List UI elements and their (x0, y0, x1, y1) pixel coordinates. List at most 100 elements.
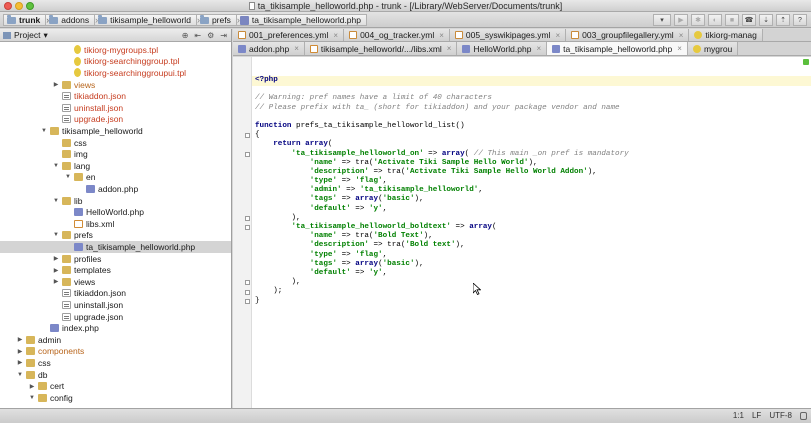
tree-file[interactable]: index.php (0, 322, 231, 334)
close-tab-icon[interactable]: × (439, 31, 444, 40)
tree-file[interactable]: tikiorg-searchinggroup.tpl (0, 56, 231, 68)
tree-folder[interactable]: ▼ config (0, 392, 231, 404)
breadcrumb-item-tikisample[interactable]: tikisample_helloworld (94, 14, 200, 26)
collapsed-arrow-icon[interactable]: ▶ (52, 81, 60, 88)
tree-folder[interactable]: ▶ components (0, 346, 231, 358)
fold-marker-icon[interactable] (245, 225, 250, 231)
breadcrumb-item-addons[interactable]: addons (45, 14, 98, 26)
vcs-commit-icon[interactable]: ⇡ (776, 14, 790, 26)
close-tab-icon[interactable]: × (447, 44, 452, 53)
tree-folder[interactable]: ▼ en (0, 172, 231, 184)
fold-marker-icon[interactable] (245, 298, 250, 304)
tree-folder[interactable]: ▼ lib (0, 195, 231, 207)
tree-file[interactable]: ta_tikisample_helloworld.php (0, 241, 231, 253)
run-config-dropdown[interactable]: ▾ (653, 14, 671, 26)
tree-folder[interactable]: ▼ db (0, 369, 231, 381)
listen-debug-icon[interactable]: ☎ (742, 14, 756, 26)
tree-folder[interactable]: ▶ cert (0, 380, 231, 392)
editor-tab[interactable]: 005_syswikipages.yml × (449, 29, 567, 41)
tree-folder[interactable]: ▶ templates (0, 264, 231, 276)
tree-file[interactable]: tikiorg-mygroups.tpl (0, 44, 231, 56)
expanded-arrow-icon[interactable]: ▼ (52, 163, 60, 169)
tree-folder[interactable]: ▼ prefs (0, 230, 231, 242)
vcs-update-icon[interactable]: ⇣ (759, 14, 773, 26)
tree-folder[interactable]: ▼ lang (0, 160, 231, 172)
editor-tab[interactable]: ta_tikisample_helloworld.php × (547, 42, 688, 55)
lock-icon[interactable] (800, 411, 807, 420)
expanded-arrow-icon[interactable]: ▼ (52, 232, 60, 238)
tree-file[interactable]: addon.php (0, 183, 231, 195)
stop-icon[interactable]: ■ (725, 14, 739, 26)
collapsed-arrow-icon[interactable]: ▶ (52, 278, 60, 285)
fold-marker-icon[interactable] (245, 151, 250, 157)
expanded-arrow-icon[interactable]: ▼ (52, 198, 60, 204)
editor-tab[interactable]: 003_groupfilegallery.yml × (566, 29, 690, 41)
editor-tab[interactable]: 004_og_tracker.yml × (344, 29, 450, 41)
tree-folder[interactable]: ▶ views (0, 276, 231, 288)
close-tab-icon[interactable]: × (679, 31, 684, 40)
tree-folder[interactable]: ▶ admin (0, 334, 231, 346)
run-icon[interactable]: ▶ (674, 14, 688, 26)
line-separator[interactable]: LF (752, 411, 761, 420)
expanded-arrow-icon[interactable]: ▼ (16, 372, 24, 378)
gear-icon[interactable]: ⚙ (207, 31, 214, 40)
fold-marker-icon[interactable] (245, 216, 250, 221)
code-content[interactable]: <?php // Warning: pref names have a limi… (255, 76, 629, 306)
collapse-all-icon[interactable]: ⇤ (194, 31, 201, 40)
tree-folder[interactable]: img (0, 148, 231, 160)
tree-file[interactable]: libs.xml (0, 218, 231, 230)
breadcrumb-item-trunk[interactable]: trunk (3, 14, 50, 26)
fold-marker-icon[interactable] (245, 280, 250, 286)
sync-icon[interactable]: ⊕ (182, 31, 189, 40)
code-line: 'tags' => array('basic'), (255, 260, 629, 269)
help-icon[interactable]: ? (793, 14, 807, 26)
tree-file[interactable]: tikiaddon.json (0, 90, 231, 102)
hide-panel-icon[interactable]: ⇥ (220, 31, 227, 40)
collapsed-arrow-icon[interactable]: ▶ (52, 255, 60, 262)
debug-icon[interactable]: ✱ (691, 14, 705, 26)
collapsed-arrow-icon[interactable]: ▶ (16, 336, 24, 343)
close-tab-icon[interactable]: × (677, 44, 682, 53)
collapsed-arrow-icon[interactable]: ▶ (52, 267, 60, 274)
tree-folder[interactable]: ▼ tikisample_helloworld (0, 125, 231, 137)
editor-tab[interactable]: tikiorg-manag (689, 29, 763, 41)
fold-marker-icon[interactable] (245, 133, 250, 139)
expanded-arrow-icon[interactable]: ▼ (40, 128, 48, 134)
editor-tab[interactable]: addon.php × (233, 42, 305, 55)
close-tab-icon[interactable]: × (556, 31, 561, 40)
collapsed-arrow-icon[interactable]: ▶ (16, 359, 24, 366)
tree-folder[interactable]: ▶ css (0, 357, 231, 369)
tree-file[interactable]: tikiorg-searchinggroupui.tpl (0, 67, 231, 79)
tree-file[interactable]: upgrade.json (0, 311, 231, 323)
breadcrumb-item-prefs[interactable]: prefs (195, 14, 240, 26)
close-tab-icon[interactable]: × (536, 44, 541, 53)
tree-folder[interactable]: ▶ views (0, 79, 231, 91)
file-encoding[interactable]: UTF-8 (769, 411, 792, 420)
fold-marker-icon[interactable] (245, 289, 250, 295)
coverage-icon[interactable]: ◐ (708, 14, 722, 26)
close-tab-icon[interactable]: × (294, 44, 299, 53)
tree-file[interactable]: uninstall.json (0, 299, 231, 311)
tree-file[interactable]: uninstall.json (0, 102, 231, 114)
tree-item-label: prefs (74, 230, 93, 241)
editor-tab[interactable]: mygrou (687, 42, 739, 55)
editor-tab[interactable]: tikisample_helloworld/.../libs.xml × (304, 42, 458, 55)
tree-folder[interactable]: css (0, 137, 231, 149)
project-view-selector[interactable]: Project ▾ (3, 30, 48, 41)
expanded-arrow-icon[interactable]: ▼ (64, 174, 72, 180)
expanded-arrow-icon[interactable]: ▼ (28, 395, 36, 401)
collapsed-arrow-icon[interactable]: ▶ (28, 383, 36, 390)
tree-file[interactable]: HelloWorld.php (0, 206, 231, 218)
collapsed-arrow-icon[interactable]: ▶ (16, 348, 24, 355)
json-file-icon (62, 300, 71, 309)
caret-position[interactable]: 1:1 (733, 411, 744, 420)
editor-tab[interactable]: HelloWorld.php × (457, 42, 548, 55)
editor-tab[interactable]: 001_preferences.yml × (233, 29, 345, 41)
tree-file[interactable]: tikiaddon.json (0, 288, 231, 300)
close-tab-icon[interactable]: × (333, 31, 338, 40)
code-editor[interactable]: <?php // Warning: pref names have a limi… (233, 57, 811, 408)
tree-file[interactable]: upgrade.json (0, 114, 231, 126)
breadcrumb-item-file[interactable]: ta_tikisample_helloworld.php (235, 14, 367, 26)
tree-folder[interactable]: ▶ profiles (0, 253, 231, 265)
